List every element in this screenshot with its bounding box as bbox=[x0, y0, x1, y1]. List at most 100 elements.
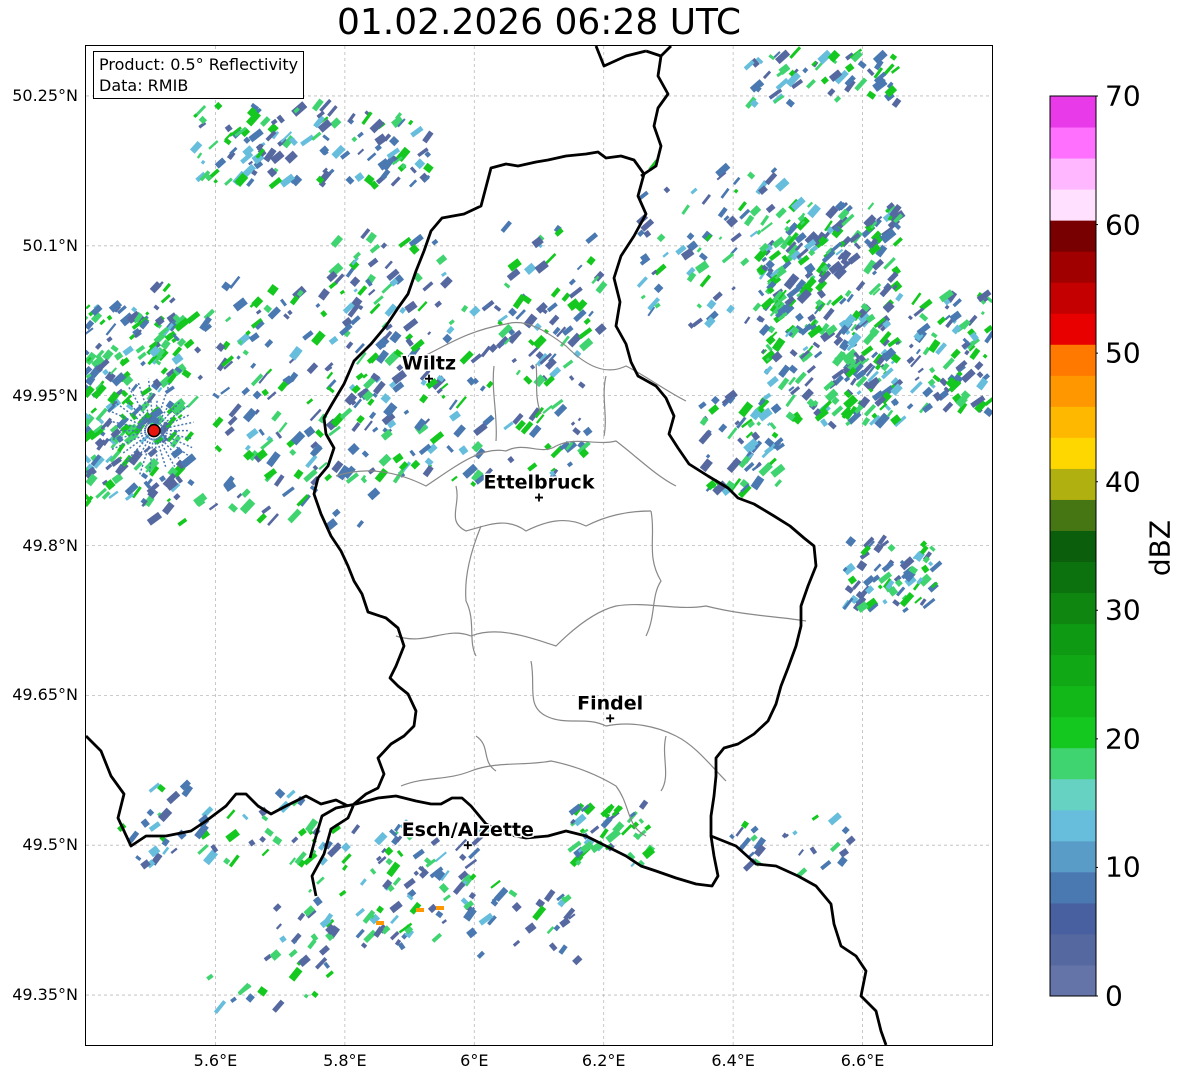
echo-cell bbox=[319, 945, 330, 956]
echo-cell bbox=[763, 365, 773, 375]
echo-cell bbox=[153, 304, 160, 311]
echo-cell bbox=[99, 319, 106, 326]
echo-cell bbox=[811, 814, 820, 821]
echo-cell bbox=[889, 53, 898, 61]
echo-cell bbox=[149, 281, 162, 294]
echo-cell bbox=[729, 833, 735, 840]
echo-cell bbox=[287, 508, 302, 524]
echo-cell bbox=[275, 923, 283, 930]
radar-map[interactable]: Wiltz Ettelbruck Findel Esch/Alzette bbox=[85, 45, 993, 1046]
echo-cell bbox=[288, 948, 298, 958]
echo-cell bbox=[820, 76, 829, 85]
colorbar-segment bbox=[1050, 871, 1096, 904]
echo-cell bbox=[792, 830, 798, 836]
echo-cell bbox=[166, 497, 172, 503]
echo-cell bbox=[529, 364, 536, 370]
echo-cell bbox=[241, 488, 251, 498]
echo-cell bbox=[286, 789, 296, 799]
echo-cell bbox=[891, 97, 902, 108]
echo-cell bbox=[86, 349, 90, 356]
echo-cell bbox=[345, 341, 354, 350]
echo-cell bbox=[831, 405, 844, 417]
colorbar-segment bbox=[1050, 747, 1096, 780]
echo-cell bbox=[256, 513, 267, 524]
echo-cell bbox=[503, 421, 514, 431]
echo-cell bbox=[750, 834, 758, 842]
echo-cell bbox=[698, 430, 712, 445]
echo-cell bbox=[267, 284, 279, 296]
colorbar-segment bbox=[1050, 902, 1096, 935]
echo-cell bbox=[919, 312, 929, 322]
echo-cell bbox=[208, 502, 219, 511]
echo-cell bbox=[983, 406, 992, 418]
echo-cell bbox=[726, 304, 735, 314]
echo-cell bbox=[105, 323, 117, 336]
echo-cell bbox=[279, 935, 287, 943]
echo-cell bbox=[594, 323, 607, 336]
colorbar-segment bbox=[1050, 282, 1096, 314]
echo-cell bbox=[326, 371, 334, 380]
echo-cell bbox=[266, 368, 273, 375]
echo-cell bbox=[224, 426, 235, 437]
echo-cell bbox=[289, 346, 303, 361]
radar-map-canvas: Wiltz Ettelbruck Findel Esch/Alzette bbox=[86, 46, 992, 1045]
echo-cell bbox=[797, 849, 805, 856]
echo-cell bbox=[795, 312, 804, 322]
colorbar-unit-label: dBZ bbox=[1143, 519, 1177, 577]
echo-cell bbox=[523, 375, 533, 385]
echo-cell bbox=[323, 961, 331, 969]
canton-boundary bbox=[395, 603, 807, 647]
echo-cell bbox=[341, 842, 351, 852]
echo-cell bbox=[461, 304, 469, 313]
echo-cell bbox=[105, 463, 113, 471]
colorbar-segment bbox=[1050, 158, 1096, 190]
lon-tick-label: 6.4°E bbox=[711, 1051, 755, 1070]
echo-cell bbox=[578, 327, 593, 340]
data-source-label: Data: RMIB bbox=[99, 76, 189, 95]
echo-cell bbox=[532, 905, 547, 921]
echo-cell bbox=[239, 498, 256, 515]
echo-cell bbox=[306, 398, 314, 405]
echo-cell bbox=[681, 204, 690, 215]
colorbar-segment bbox=[1050, 375, 1096, 407]
echo-cell bbox=[259, 835, 266, 843]
echo-cell bbox=[228, 854, 240, 868]
colorbar-tick-label: 70 bbox=[1105, 79, 1141, 113]
colorbar-tick-label: 20 bbox=[1105, 722, 1141, 756]
echo-cell bbox=[653, 283, 664, 294]
echo-cell bbox=[775, 207, 787, 219]
echo-cell bbox=[409, 179, 418, 188]
echo-cell bbox=[636, 276, 648, 288]
echo-cell bbox=[441, 394, 446, 399]
echo-cell bbox=[794, 371, 807, 385]
echo-cell bbox=[434, 300, 442, 308]
echo-cell bbox=[272, 835, 283, 846]
echo-cell bbox=[225, 316, 232, 323]
echo-cell bbox=[372, 426, 379, 433]
echo-cell bbox=[887, 543, 896, 552]
echo-cell bbox=[843, 394, 859, 410]
echo-cell bbox=[820, 859, 832, 871]
echo-cell bbox=[829, 841, 841, 853]
colorbar-segment bbox=[1050, 623, 1096, 656]
echo-cell bbox=[275, 431, 283, 439]
echo-cell bbox=[403, 877, 416, 890]
echo-cell bbox=[833, 95, 842, 103]
echo-cell bbox=[812, 341, 821, 349]
echo-cell bbox=[269, 949, 282, 961]
echo-cell bbox=[459, 853, 467, 861]
echo-cell bbox=[733, 188, 739, 194]
echo-cell bbox=[407, 119, 414, 126]
echo-cell bbox=[106, 336, 113, 343]
echo-cell bbox=[568, 278, 576, 286]
colorbar-segment bbox=[1050, 778, 1096, 811]
echo-cell bbox=[730, 232, 742, 243]
echo-cell bbox=[302, 330, 314, 341]
echo-cell bbox=[508, 889, 518, 898]
echo-cell bbox=[882, 599, 888, 605]
echo-cell bbox=[448, 319, 455, 326]
echo-cell bbox=[376, 905, 385, 914]
echo-cell bbox=[856, 390, 862, 396]
city-label: Esch/Alzette bbox=[402, 819, 534, 841]
echo-cell bbox=[291, 101, 308, 117]
